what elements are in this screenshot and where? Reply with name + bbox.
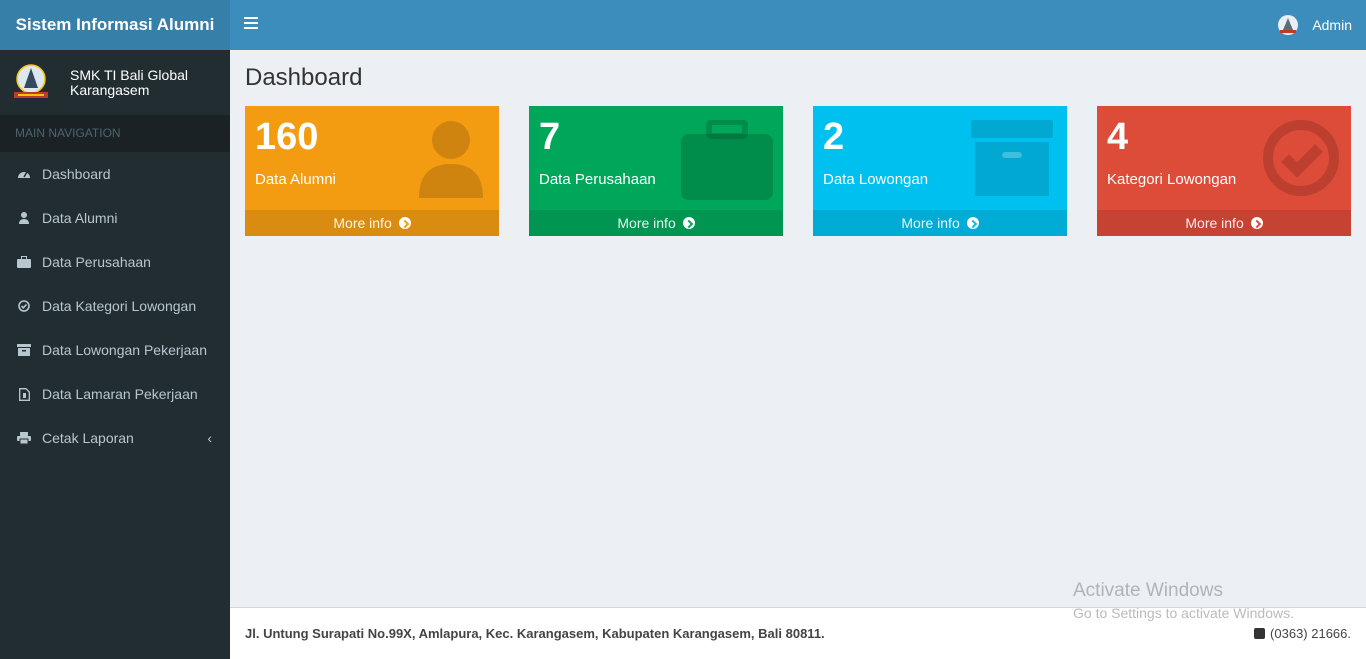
user-name: Admin: [1312, 17, 1352, 33]
sidebar-item-label: Data Perusahaan: [42, 254, 151, 270]
sidebar-item-label: Data Lamaran Pekerjaan: [42, 386, 198, 402]
stat-count: 160: [255, 116, 319, 158]
footer-address: Jl. Untung Surapati No.99X, Amlapura, Ke…: [245, 626, 825, 641]
stat-count: 7: [539, 116, 561, 158]
stat-label: Data Perusahaan: [539, 171, 656, 188]
sidebar-item-data-alumni[interactable]: Data Alumni: [0, 196, 230, 240]
more-info-label: More info: [617, 215, 676, 231]
arrow-circle-right-icon: [1250, 217, 1263, 229]
check-circle-icon: [1263, 120, 1339, 196]
sidebar-item-label: Data Lowongan Pekerjaan: [42, 342, 208, 358]
sidebar-item-label: Data Kategori Lowongan: [42, 298, 197, 314]
sidebar-item-dashboard[interactable]: Dashboard: [0, 152, 230, 196]
sidebar-item-label: Cetak Laporan: [42, 430, 134, 446]
archive-icon: [971, 120, 1053, 196]
file-icon: [17, 387, 31, 401]
sidebar-item-data-kategori-lowongan[interactable]: Data Kategori Lowongan: [0, 284, 230, 328]
stat-count: 2: [823, 116, 845, 158]
top-navbar: Admin: [230, 0, 1366, 50]
sidebar-item-data-perusahaan[interactable]: Data Perusahaan: [0, 240, 230, 284]
stat-label: Data Lowongan: [823, 171, 929, 188]
user-menu[interactable]: Admin: [1277, 0, 1352, 50]
sidebar-menu: Dashboard Data Alumni Data Perusahaan Da…: [0, 152, 230, 460]
sidebar-toggle-icon[interactable]: [244, 17, 258, 31]
stat-box-kategori: 4 Kategori Lowongan More info: [1097, 106, 1351, 236]
sidebar-item-label: Dashboard: [42, 166, 111, 182]
stat-box-perusahaan: 7 Data Perusahaan More info: [529, 106, 783, 236]
more-info-link[interactable]: More info: [529, 210, 783, 236]
phone-icon: [1254, 628, 1266, 639]
stat-box-alumni: 160 Data Alumni More info: [245, 106, 499, 236]
stat-count: 4: [1107, 116, 1129, 158]
arrow-circle-right-icon: [398, 217, 411, 229]
more-info-link[interactable]: More info: [1097, 210, 1351, 236]
stat-label: Kategori Lowongan: [1107, 171, 1237, 188]
briefcase-icon: [681, 120, 773, 200]
more-info-label: More info: [901, 215, 960, 231]
dashboard-icon: [17, 167, 31, 181]
chevron-left-icon[interactable]: ‹: [207, 430, 212, 446]
watermark-subtitle: Go to Settings to activate Windows.: [1073, 605, 1294, 621]
user-icon: [419, 121, 483, 198]
arrow-circle-right-icon: [682, 217, 695, 229]
briefcase-icon: [17, 255, 31, 269]
stat-label: Data Alumni: [255, 171, 336, 188]
school-name: SMK TI Bali Global Karangasem: [70, 66, 189, 98]
watermark-title: Activate Windows: [1073, 580, 1223, 601]
nav-header: MAIN NAVIGATION: [0, 115, 230, 152]
check-circle-icon: [17, 299, 31, 313]
avatar: [1278, 15, 1299, 35]
app-title[interactable]: Sistem Informasi Alumni: [0, 0, 230, 50]
content-area: Dashboard 160 Data Alumni More info 7 Da…: [230, 50, 1366, 607]
school-logo: [14, 63, 48, 98]
sidebar-item-data-lamaran-pekerjaan[interactable]: Data Lamaran Pekerjaan: [0, 372, 230, 416]
more-info-link[interactable]: More info: [813, 210, 1067, 236]
sidebar-item-data-lowongan-pekerjaan[interactable]: Data Lowongan Pekerjaan: [0, 328, 230, 372]
footer-phone: (0363) 21666.: [1254, 626, 1351, 641]
user-panel: SMK TI Bali Global Karangasem: [0, 50, 230, 115]
more-info-link[interactable]: More info: [245, 210, 499, 236]
archive-icon: [17, 343, 31, 357]
more-info-label: More info: [1185, 215, 1244, 231]
sidebar-item-label: Data Alumni: [42, 210, 118, 226]
stat-box-lowongan: 2 Data Lowongan More info: [813, 106, 1067, 236]
phone-number: (0363) 21666.: [1270, 626, 1351, 641]
sidebar: SMK TI Bali Global Karangasem MAIN NAVIG…: [0, 50, 230, 659]
arrow-circle-right-icon: [966, 217, 979, 229]
sidebar-item-cetak-laporan[interactable]: Cetak Laporan ‹: [0, 416, 230, 460]
more-info-label: More info: [333, 215, 392, 231]
page-title: Dashboard: [245, 64, 363, 91]
user-icon: [17, 211, 31, 225]
windows-activation-watermark: Activate Windows Go to Settings to activ…: [1073, 580, 1294, 621]
print-icon: [17, 431, 31, 445]
